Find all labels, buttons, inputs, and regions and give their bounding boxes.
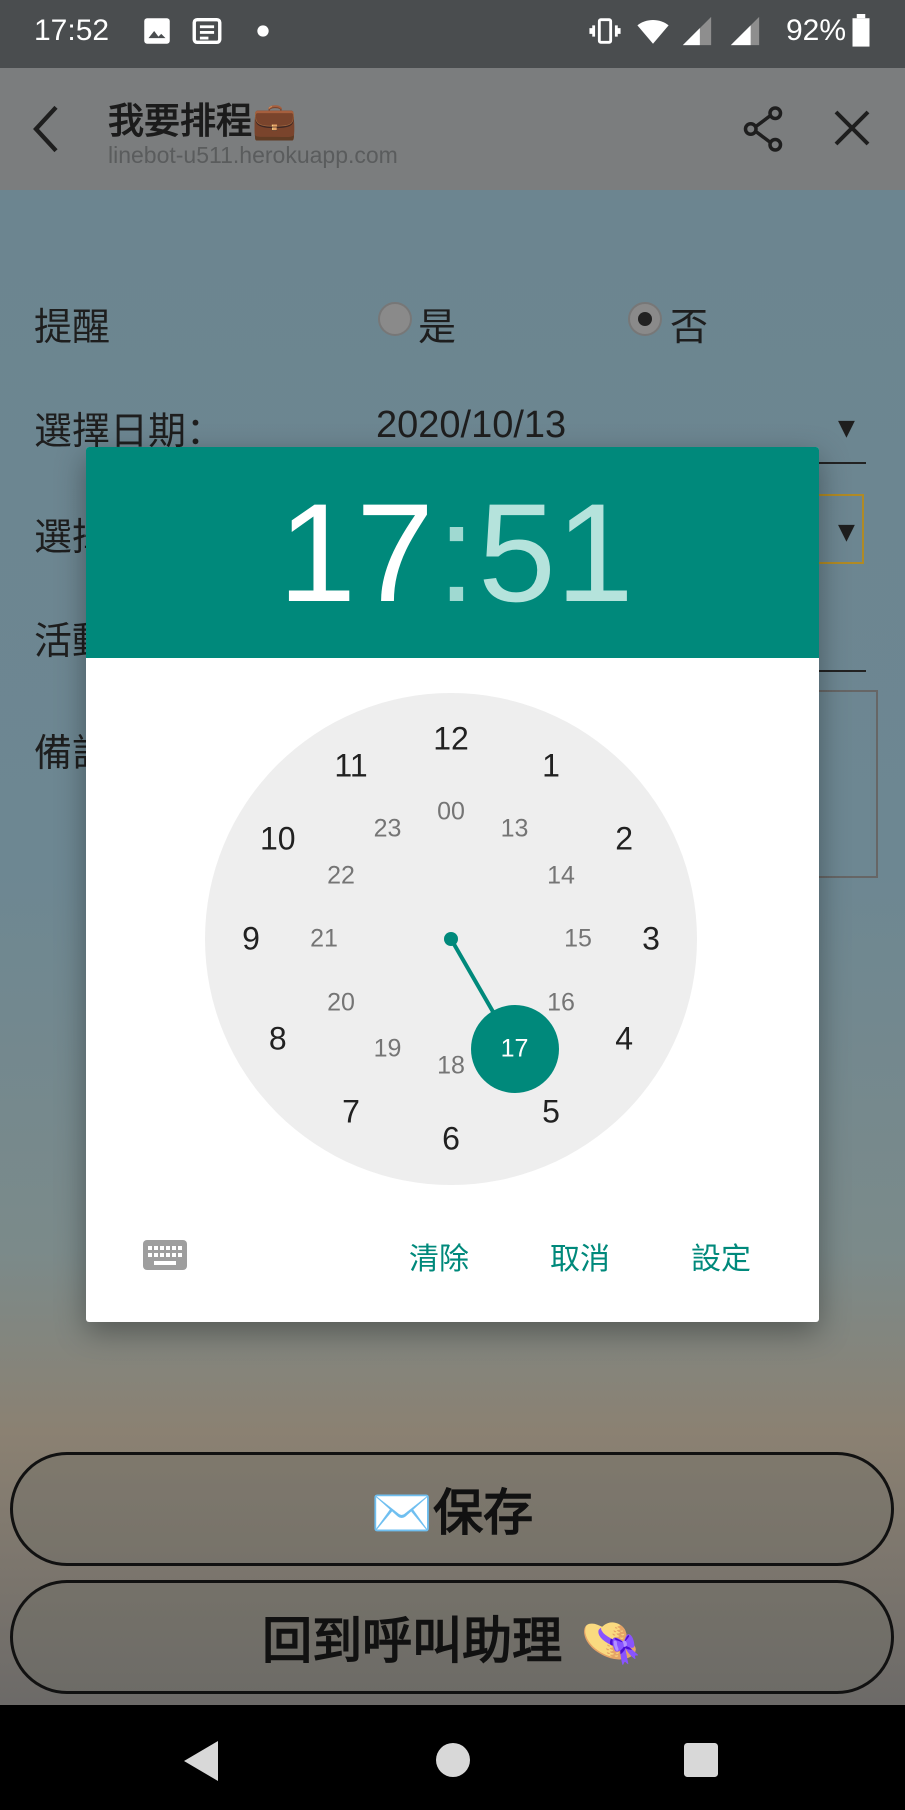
reminder-yes-radio[interactable] — [378, 302, 412, 336]
hour-20[interactable]: 20 — [327, 988, 355, 1017]
battery-icon — [852, 14, 870, 47]
dot-icon — [257, 25, 269, 37]
hour-display[interactable]: 17 — [278, 483, 434, 623]
reminder-no-radio[interactable] — [628, 302, 662, 336]
back-arrow-icon[interactable] — [26, 104, 66, 154]
hour-16[interactable]: 16 — [547, 988, 575, 1017]
clock-dial[interactable]: 12 1 2 3 4 5 6 7 8 9 10 11 00 13 14 15 16 17 18 19 20 21 22 23 — [205, 693, 697, 1185]
vibrate-icon — [589, 18, 621, 44]
time-picker-header: 17 : 51 — [86, 447, 819, 658]
hour-17[interactable]: 17 — [501, 1034, 529, 1063]
battery-percent: 92% — [786, 14, 847, 47]
hour-8[interactable]: 8 — [269, 1021, 287, 1058]
page-url: linebot-u511.herokuapp.com — [108, 142, 398, 168]
nav-back-icon[interactable] — [184, 1741, 220, 1781]
status-bar: 17:52 92% — [0, 0, 905, 68]
hour-21[interactable]: 21 — [310, 925, 338, 954]
minute-display[interactable]: 51 — [478, 483, 634, 623]
hour-4[interactable]: 4 — [615, 1021, 633, 1058]
navigation-bar — [0, 1705, 905, 1810]
hour-3[interactable]: 3 — [642, 921, 660, 958]
date-value[interactable]: 2020/10/13 — [376, 404, 566, 447]
wifi-icon — [637, 20, 669, 44]
signal-icon — [682, 16, 712, 46]
hour-5[interactable]: 5 — [542, 1094, 560, 1131]
hour-19[interactable]: 19 — [374, 1034, 402, 1063]
hour-23[interactable]: 23 — [374, 815, 402, 844]
hour-1[interactable]: 1 — [542, 747, 560, 784]
time-dropdown-arrow-icon: ▼ — [838, 520, 855, 545]
set-button[interactable]: 設定 — [691, 1234, 751, 1278]
time-picker-dialog: 17 : 51 12 1 2 3 4 5 6 7 8 9 10 11 00 13 14 15 16 17 18 19 2… — [86, 447, 819, 1322]
time-separator: : — [437, 474, 476, 631]
save-button[interactable]: ✉️保存 — [10, 1452, 894, 1566]
hour-15[interactable]: 15 — [564, 925, 592, 954]
close-icon[interactable] — [832, 108, 872, 148]
hour-22[interactable]: 22 — [327, 861, 355, 890]
hour-14[interactable]: 14 — [547, 861, 575, 890]
reminder-yes-label: 是 — [418, 305, 457, 349]
hour-12[interactable]: 12 — [433, 721, 469, 758]
image-icon — [144, 18, 170, 44]
share-icon[interactable] — [742, 106, 784, 152]
hour-10[interactable]: 10 — [260, 821, 296, 858]
cancel-button[interactable]: 取消 — [550, 1234, 610, 1278]
nav-home-icon[interactable] — [436, 1743, 470, 1777]
hour-9[interactable]: 9 — [242, 921, 260, 958]
signal-icon — [730, 16, 760, 46]
reminder-label: 提醒 — [34, 305, 111, 349]
hour-11[interactable]: 11 — [334, 747, 367, 784]
clear-button[interactable]: 清除 — [409, 1234, 469, 1278]
date-dropdown-arrow-icon: ▼ — [838, 416, 855, 441]
back-to-assistant-button[interactable]: 回到呼叫助理 👒 — [10, 1580, 894, 1694]
hour-2[interactable]: 2 — [615, 821, 633, 858]
hour-00[interactable]: 00 — [437, 798, 465, 827]
hour-13[interactable]: 13 — [501, 815, 529, 844]
hour-18[interactable]: 18 — [437, 1052, 465, 1081]
clock-center-dot — [444, 932, 458, 946]
keyboard-icon[interactable] — [142, 1239, 188, 1271]
status-time: 17:52 — [34, 14, 110, 47]
news-icon — [192, 17, 222, 45]
app-bar: 我要排程💼 linebot-u511.herokuapp.com — [0, 68, 905, 190]
reminder-no-label: 否 — [670, 305, 709, 349]
page-title: 我要排程💼 — [108, 101, 297, 142]
hour-6[interactable]: 6 — [442, 1121, 460, 1158]
nav-recents-icon[interactable] — [684, 1743, 718, 1777]
hour-7[interactable]: 7 — [342, 1094, 360, 1131]
